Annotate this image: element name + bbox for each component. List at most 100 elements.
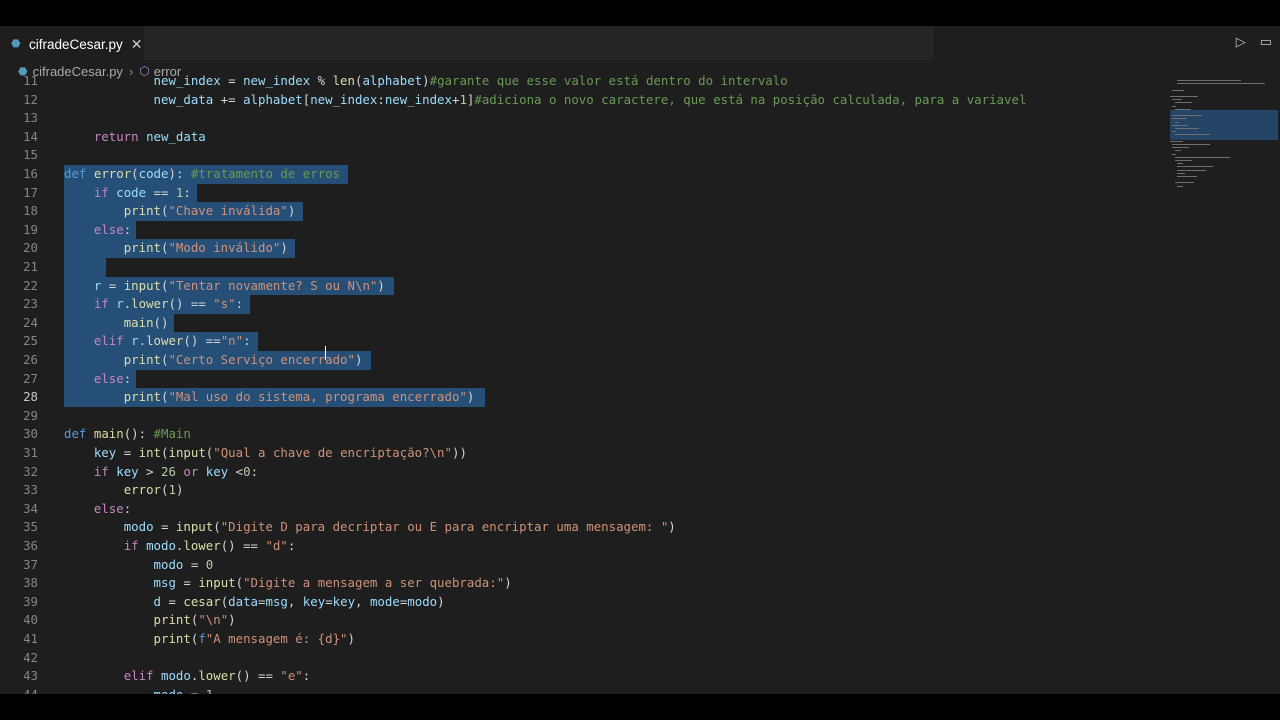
line-number: 37	[23, 556, 38, 572]
code-line[interactable]: 29	[0, 407, 1160, 426]
code-line[interactable]: 33 error(1)	[0, 481, 1160, 500]
code-text[interactable]: else:	[64, 500, 131, 519]
code-editor[interactable]: ⬣ cifradeCesar.py ✕ ▷ ▭ ⬣ cifradeCesar.p…	[0, 26, 1280, 694]
line-number: 36	[23, 538, 38, 553]
code-line[interactable]: 39 d = cesar(data=msg, key=key, mode=mod…	[0, 593, 1160, 612]
selection-highlight	[64, 258, 106, 277]
line-number: 22	[23, 277, 38, 293]
code-line[interactable]: 43 elif modo.lower() == "e":	[0, 667, 1160, 686]
minimap-line	[1177, 185, 1184, 187]
line-number: 39	[23, 593, 38, 609]
code-line[interactable]: 17 if code == 1:	[0, 183, 1160, 203]
minimap-line	[1177, 80, 1241, 81]
code-line[interactable]: 28 print("Mal uso do sistema, programa e…	[0, 388, 1160, 407]
line-number: 18	[23, 203, 38, 219]
minimap-line	[1172, 131, 1177, 133]
code-line[interactable]: 15	[0, 146, 1160, 165]
run-icon[interactable]: ▷	[1236, 34, 1246, 50]
code-text[interactable]: modo = 1	[64, 686, 214, 694]
code-text[interactable]: msg = input("Digite a mensagem a ser que…	[64, 574, 512, 593]
code-text[interactable]: print("Mal uso do sistema, programa ence…	[64, 388, 475, 407]
code-text[interactable]: main()	[64, 314, 169, 333]
code-line[interactable]: 36 if modo.lower() == "d":	[0, 537, 1160, 556]
code-text[interactable]: print(f"A mensagem é: {d}")	[64, 630, 355, 649]
editor-actions: ▷ ▭	[1236, 34, 1272, 50]
code-line[interactable]: 30 def main(): #Main	[0, 425, 1160, 444]
code-line[interactable]: 19 else:	[0, 220, 1160, 240]
code-line[interactable]: 16 def error(code): #tratamento de erros	[0, 165, 1160, 184]
code-line[interactable]: 35 modo = input("Digite D para decriptar…	[0, 518, 1160, 537]
code-text[interactable]: modo = input("Digite D para decriptar ou…	[64, 518, 676, 537]
tab-cifradecesar[interactable]: ⬣ cifradeCesar.py ✕	[0, 26, 144, 61]
minimap-line	[1177, 83, 1265, 85]
code-line[interactable]: 38 msg = input("Digite a mensagem a ser …	[0, 574, 1160, 593]
code-line[interactable]: 18 print("Chave inválida")	[0, 202, 1160, 221]
code-text[interactable]: if key > 26 or key <0:	[64, 463, 258, 482]
minimap-line	[1172, 118, 1188, 120]
code-text[interactable]: elif modo.lower() == "e":	[64, 667, 311, 686]
code-text[interactable]: print("\n")	[64, 611, 236, 630]
minimap-line	[1174, 108, 1192, 110]
code-text[interactable]: new_data += alphabet[new_index:new_index…	[64, 91, 1027, 110]
minimap-line	[1174, 182, 1194, 184]
code-line[interactable]: 23 if r.lower() == "s":	[0, 295, 1160, 314]
code-line[interactable]: 32 if key > 26 or key <0:	[0, 463, 1160, 482]
code-line[interactable]: 31 key = int(input("Qual a chave de encr…	[0, 444, 1160, 463]
minimap[interactable]	[1168, 80, 1278, 240]
code-text[interactable]: return new_data	[64, 128, 206, 147]
tab-bar: ⬣ cifradeCesar.py ✕	[0, 26, 934, 61]
code-text[interactable]: def error(code): #tratamento de erros	[64, 165, 340, 184]
code-text[interactable]: print("Certo Serviço encerrado")	[64, 351, 363, 370]
code-line[interactable]: 11 new_index = new_index % len(alphabet)…	[0, 72, 1160, 91]
code-text[interactable]: modo = 0	[64, 556, 214, 575]
minimap-line	[1174, 160, 1193, 161]
code-text[interactable]: new_index = new_index % len(alphabet)#ga…	[64, 72, 788, 91]
code-line[interactable]: 12 new_data += alphabet[new_index:new_in…	[0, 91, 1160, 110]
minimap-line	[1174, 121, 1180, 123]
code-line[interactable]: 22 r = input("Tentar novamente? S ou N\n…	[0, 276, 1160, 296]
line-number: 25	[23, 333, 38, 349]
code-line[interactable]: 34 else:	[0, 500, 1160, 519]
code-text[interactable]: def main(): #Main	[64, 425, 191, 444]
code-line[interactable]: 27 else:	[0, 369, 1160, 389]
minimap-line	[1172, 105, 1177, 107]
code-text[interactable]: elif r.lower() =="n":	[64, 332, 251, 351]
code-line[interactable]: 21	[0, 258, 1160, 277]
code-line[interactable]: 14 return new_data	[0, 128, 1160, 147]
code-text[interactable]: if modo.lower() == "d":	[64, 537, 296, 556]
code-text[interactable]: error(1)	[64, 481, 184, 500]
split-editor-icon[interactable]: ▭	[1260, 34, 1272, 50]
line-number: 42	[23, 649, 38, 665]
code-text[interactable]: else:	[64, 370, 131, 389]
close-icon[interactable]: ✕	[131, 36, 143, 53]
code-text[interactable]: print("Chave inválida")	[64, 202, 296, 221]
minimap-line	[1174, 128, 1199, 129]
code-line[interactable]: 44 modo = 1	[0, 686, 1160, 694]
line-number: 19	[23, 221, 38, 237]
line-number: 12	[23, 91, 38, 107]
code-line[interactable]: 41 print(f"A mensagem é: {d}")	[0, 630, 1160, 649]
code-text[interactable]: print("Modo inválido")	[64, 239, 288, 258]
code-line[interactable]: 40 print("\n")	[0, 611, 1160, 630]
code-line[interactable]: 20 print("Modo inválido")	[0, 239, 1160, 258]
line-number: 28	[23, 389, 38, 405]
code-line[interactable]: 26 print("Certo Serviço encerrado")	[0, 351, 1160, 370]
code-line[interactable]: 13	[0, 109, 1160, 128]
code-line[interactable]: 25 elif r.lower() =="n":	[0, 332, 1160, 351]
minimap-line	[1172, 99, 1183, 101]
code-text[interactable]: if r.lower() == "s":	[64, 295, 243, 314]
code-line[interactable]: 24 main()	[0, 313, 1160, 333]
minimap-line	[1174, 156, 1231, 158]
code-text[interactable]: if code == 1:	[64, 184, 191, 203]
code-text[interactable]: d = cesar(data=msg, key=key, mode=modo)	[64, 593, 445, 612]
line-number: 29	[23, 407, 38, 423]
minimap-line	[1174, 134, 1211, 136]
code-text[interactable]: key = int(input("Qual a chave de encript…	[64, 444, 467, 463]
code-line[interactable]: 42	[0, 649, 1160, 668]
minimap-line	[1172, 89, 1184, 91]
code-text[interactable]: r = input("Tentar novamente? S ou N\n")	[64, 277, 385, 296]
python-file-icon: ⬣	[11, 38, 21, 50]
code-text[interactable]: else:	[64, 221, 131, 240]
minimap-line	[1172, 115, 1202, 117]
code-line[interactable]: 37 modo = 0	[0, 556, 1160, 575]
